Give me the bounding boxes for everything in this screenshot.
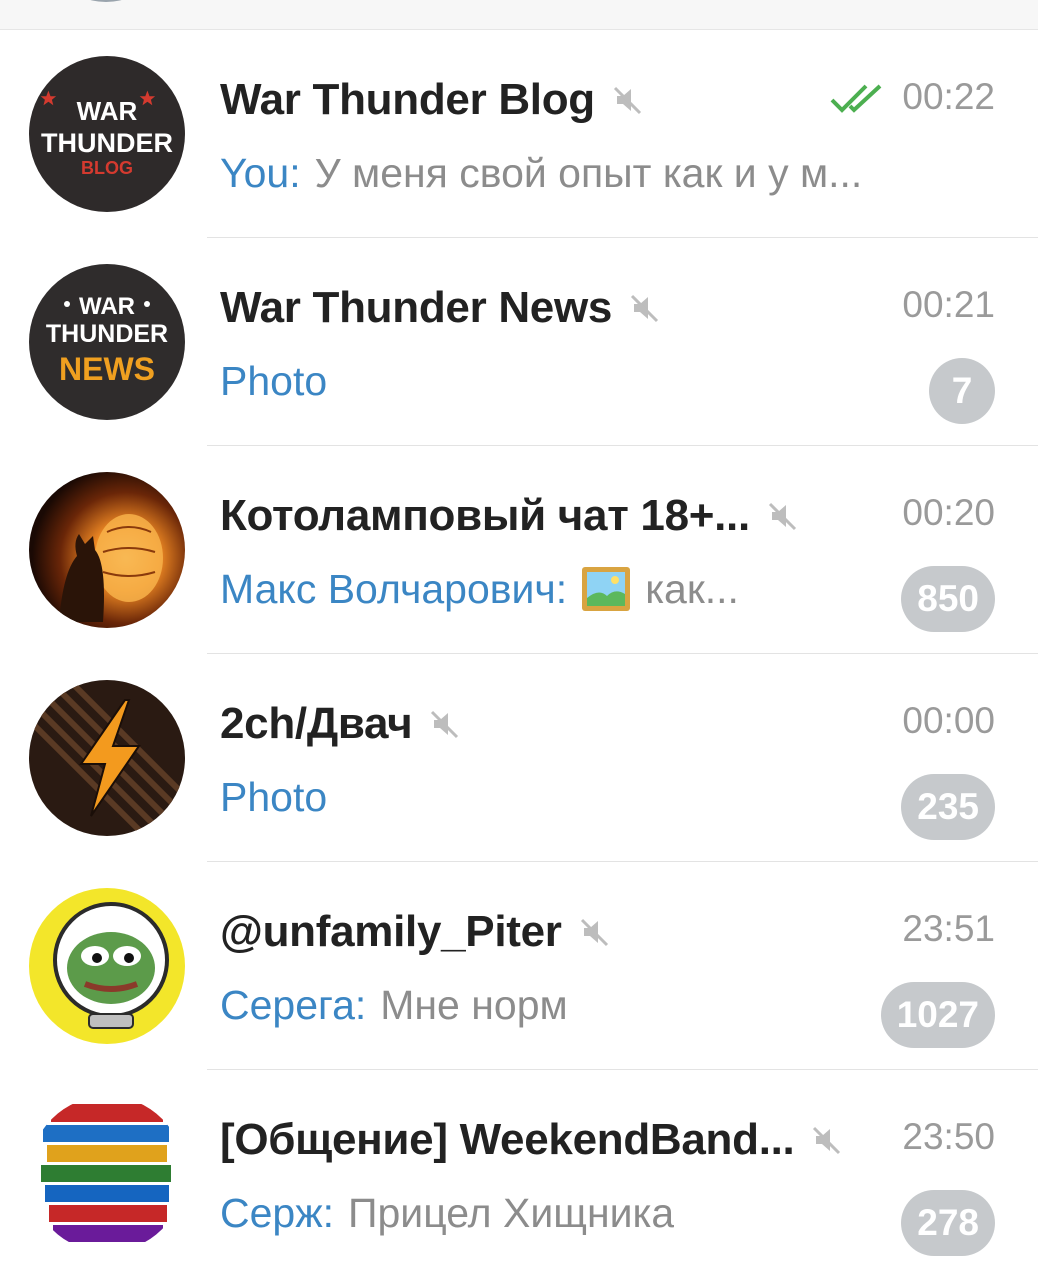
avatar: WAR THUNDER NEWS bbox=[29, 264, 185, 420]
avatar-logo-text: WAR bbox=[79, 293, 135, 320]
chat-sender: You: bbox=[220, 149, 301, 196]
chat-title: @unfamily_Piter bbox=[220, 907, 562, 956]
chat-title: War Thunder Blog bbox=[220, 75, 595, 124]
chat-list: WAR THUNDER BLOG War Thunder Blog 00:22 … bbox=[0, 30, 1038, 1278]
unread-badge: 1027 bbox=[880, 982, 995, 1048]
chat-preview: Photo bbox=[220, 351, 327, 411]
avatar-logo-text: THUNDER bbox=[46, 320, 168, 348]
chat-row-unfamily-piter[interactable]: @unfamily_Piter 23:51 Серега: Мне норм 1… bbox=[0, 862, 1038, 1070]
chat-sender: Серега: bbox=[220, 981, 367, 1028]
chat-preview: You: У меня свой опыт как и у м... bbox=[220, 143, 862, 203]
chat-time: 00:21 bbox=[902, 284, 995, 325]
chat-message: Мне норм bbox=[380, 981, 568, 1028]
picture-icon bbox=[582, 567, 631, 611]
muted-icon bbox=[613, 86, 641, 115]
muted-icon bbox=[631, 294, 659, 323]
chat-title-line: @unfamily_Piter bbox=[220, 902, 612, 962]
muted-icon bbox=[431, 710, 459, 739]
chat-title: Котоламповый чат 18+... bbox=[220, 491, 750, 540]
chat-sender: Макс Волчарович: bbox=[220, 565, 568, 612]
chat-message: Прицел Хищника bbox=[348, 1189, 675, 1236]
unread-badge: 7 bbox=[929, 358, 995, 424]
avatar: WAR THUNDER BLOG bbox=[29, 56, 185, 212]
avatar-logo-text: WAR bbox=[77, 96, 138, 126]
chat-row-war-thunder-news[interactable]: WAR THUNDER NEWS War Thunder News 00:21 … bbox=[0, 238, 1038, 446]
unread-badge: 850 bbox=[901, 566, 995, 632]
chat-row-2ch[interactable]: 2ch/Двач 00:00 Photo 235 bbox=[0, 654, 1038, 862]
chat-sender: Серж: bbox=[220, 1189, 335, 1236]
chat-title: War Thunder News bbox=[220, 283, 613, 332]
unread-badge: 235 bbox=[901, 774, 995, 840]
chat-message: У меня свой опыт как и у м... bbox=[314, 149, 863, 196]
chat-preview: Макс Волчарович: как... bbox=[220, 559, 739, 619]
avatar bbox=[29, 1096, 185, 1252]
avatar-logo-text: NEWS bbox=[59, 351, 155, 387]
chat-preview: Серж: Прицел Хищника bbox=[220, 1183, 674, 1243]
chat-message: Photo bbox=[220, 773, 328, 820]
chat-message: Photo bbox=[220, 357, 328, 404]
chat-title-line: 2ch/Двач bbox=[220, 694, 462, 754]
previous-chat-avatar bbox=[72, 0, 140, 2]
chat-message: как... bbox=[645, 565, 739, 612]
chat-row-war-thunder-blog[interactable]: WAR THUNDER BLOG War Thunder Blog 00:22 … bbox=[0, 30, 1038, 238]
chat-time: 00:00 bbox=[902, 700, 995, 741]
chat-row-kotolampovy[interactable]: Котоламповый чат 18+... 00:20 Макс Волча… bbox=[0, 446, 1038, 654]
chat-title-line: War Thunder Blog bbox=[220, 70, 645, 130]
chat-title-line: Котоламповый чат 18+... bbox=[220, 486, 800, 546]
chat-time: 23:50 bbox=[902, 1116, 995, 1157]
chat-preview: Photo bbox=[220, 767, 327, 827]
chat-time: 00:22 bbox=[902, 76, 995, 117]
avatar bbox=[29, 472, 185, 628]
chat-title-line: War Thunder News bbox=[220, 278, 662, 338]
chat-row-weekendband[interactable]: [Общение] WeekendBand... 23:50 Серж: При… bbox=[0, 1070, 1038, 1278]
top-strip bbox=[0, 0, 1038, 30]
chat-title: 2ch/Двач bbox=[220, 699, 413, 748]
avatar-logo-text: BLOG bbox=[81, 158, 133, 178]
chat-title: [Общение] WeekendBand... bbox=[220, 1115, 795, 1164]
chat-preview: Серега: Мне норм bbox=[220, 975, 568, 1035]
double-check-icon bbox=[830, 84, 882, 113]
avatar bbox=[29, 888, 185, 1044]
chat-time: 23:51 bbox=[902, 908, 995, 949]
chat-title-line: [Общение] WeekendBand... bbox=[220, 1110, 844, 1170]
avatar-logo-text: THUNDER bbox=[41, 128, 173, 158]
muted-icon bbox=[768, 502, 796, 531]
avatar bbox=[29, 680, 185, 836]
muted-icon bbox=[580, 918, 608, 947]
chat-time: 00:20 bbox=[902, 492, 995, 533]
unread-badge: 278 bbox=[901, 1190, 995, 1256]
muted-icon bbox=[813, 1126, 841, 1155]
